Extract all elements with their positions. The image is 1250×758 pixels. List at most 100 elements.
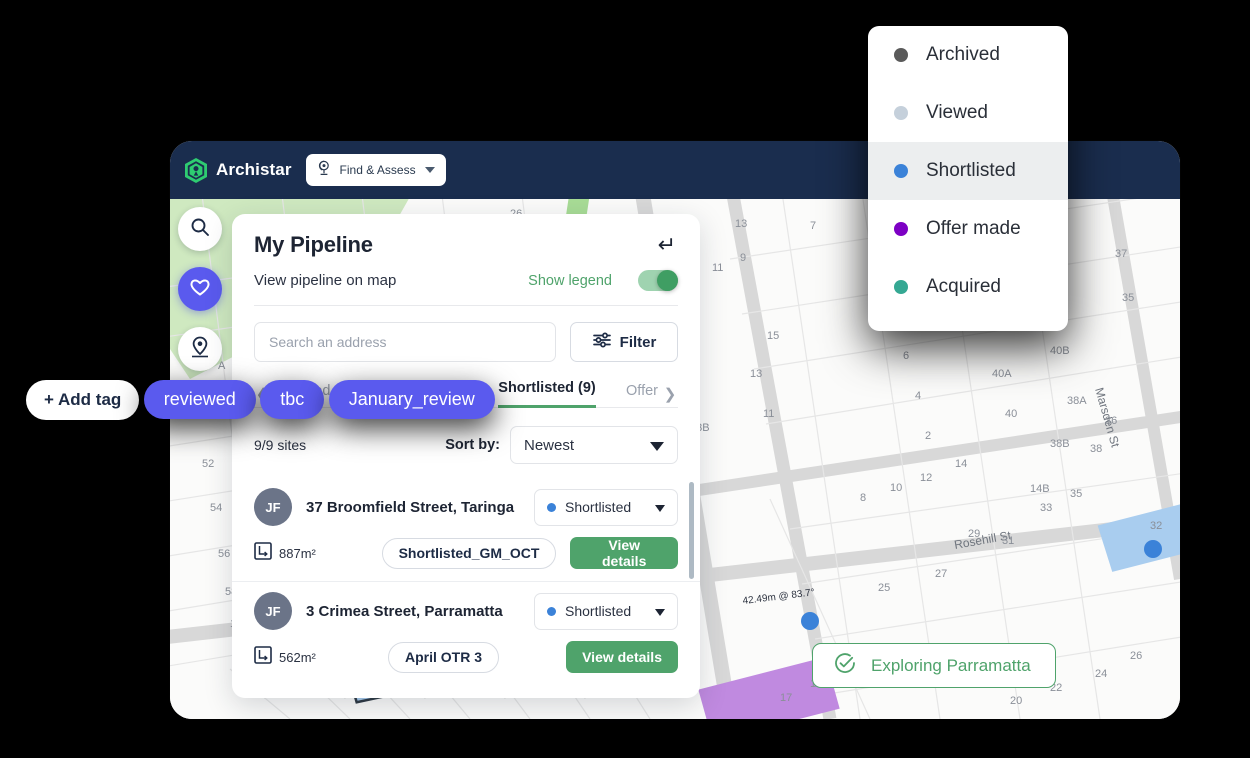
svg-text:36: 36 xyxy=(1105,415,1117,427)
check-circle-icon xyxy=(833,651,857,680)
avatar: JF xyxy=(254,592,292,630)
status-dot-icon xyxy=(547,502,556,512)
legend-item-viewed[interactable]: Viewed xyxy=(868,84,1068,142)
svg-text:27: 27 xyxy=(935,568,947,580)
legend-dot-offer-made-icon xyxy=(894,222,908,236)
legend-label: Archived xyxy=(926,44,1000,65)
site-area: 887m² xyxy=(279,545,316,561)
svg-text:40: 40 xyxy=(1005,408,1017,420)
status-badge: Shortlisted xyxy=(565,603,632,619)
svg-text:10: 10 xyxy=(890,482,902,494)
brand-name: Archistar xyxy=(216,160,292,179)
site-area: 562m² xyxy=(279,649,316,665)
tag-chip-january-review[interactable]: January_review xyxy=(328,380,495,419)
svg-text:35: 35 xyxy=(1070,488,1082,500)
site-address: 37 Broomfield Street, Taringa xyxy=(306,498,515,516)
legend-dot-archived-icon xyxy=(894,48,908,62)
view-pipeline-on-map-label: View pipeline on map xyxy=(254,272,397,289)
svg-text:11: 11 xyxy=(763,408,774,420)
chevron-down-icon xyxy=(655,504,665,512)
svg-text:8: 8 xyxy=(860,492,866,504)
tab-offer[interactable]: Offer xyxy=(626,383,658,408)
rail-button-favourites[interactable] xyxy=(178,267,222,311)
left-icon-rail xyxy=(178,207,222,387)
svg-text:15: 15 xyxy=(767,330,779,342)
legend-dot-acquired-icon xyxy=(894,280,908,294)
tag-chip-reviewed[interactable]: reviewed xyxy=(143,380,256,419)
toggle-knob xyxy=(657,270,678,291)
panel-scrollbar[interactable] xyxy=(689,482,694,682)
table-row[interactable]: JF 37 Broomfield Street, Taringa Shortli… xyxy=(232,478,700,581)
rail-button-search[interactable] xyxy=(178,207,222,251)
add-tag-button[interactable]: + Add tag xyxy=(26,380,140,420)
status-badge: Shortlisted xyxy=(565,499,632,515)
show-legend-toggle[interactable] xyxy=(638,270,678,291)
svg-text:38A: 38A xyxy=(1067,395,1087,407)
svg-text:56: 56 xyxy=(218,548,230,560)
view-details-button[interactable]: View details xyxy=(570,537,678,569)
status-select[interactable]: Shortlisted xyxy=(534,592,678,630)
table-row[interactable]: JF 3 Crimea Street, Parramatta Shortlist… xyxy=(232,581,700,685)
svg-text:35: 35 xyxy=(1122,292,1134,304)
svg-text:13: 13 xyxy=(750,368,762,380)
panel-scrollbar-thumb[interactable] xyxy=(689,482,694,579)
svg-text:2: 2 xyxy=(925,430,931,442)
map-marker-shortlisted xyxy=(801,612,819,630)
legend-item-acquired[interactable]: Acquired xyxy=(868,258,1068,316)
svg-text:52: 52 xyxy=(202,458,214,470)
svg-text:31: 31 xyxy=(1002,535,1014,547)
rail-button-locations[interactable] xyxy=(178,327,222,371)
pipeline-panel: My Pipeline ↵ View pipeline on map Show … xyxy=(232,214,700,698)
site-tag-chip[interactable]: Shortlisted_GM_OCT xyxy=(381,537,557,569)
view-details-button[interactable]: View details xyxy=(566,641,678,673)
map-pin-location-icon xyxy=(189,335,211,364)
legend-item-archived[interactable]: Archived xyxy=(868,26,1068,84)
area-measure-icon xyxy=(254,541,272,565)
show-legend-link[interactable]: Show legend xyxy=(528,273,612,289)
chevron-down-icon xyxy=(424,167,435,173)
legend-item-shortlisted[interactable]: Shortlisted xyxy=(868,142,1068,200)
svg-text:40B: 40B xyxy=(1050,345,1070,357)
svg-text:4: 4 xyxy=(915,390,921,402)
svg-text:7: 7 xyxy=(810,220,816,232)
chevron-right-icon[interactable]: ❯ xyxy=(662,385,678,403)
svg-text:40A: 40A xyxy=(992,368,1012,380)
status-select[interactable]: Shortlisted xyxy=(534,488,678,526)
tag-chip-tbc[interactable]: tbc xyxy=(260,380,325,419)
svg-text:13: 13 xyxy=(735,218,747,230)
mode-selector-label: Find & Assess xyxy=(339,163,416,177)
svg-text:14B: 14B xyxy=(1030,483,1050,495)
legend-dot-viewed-icon xyxy=(894,106,908,120)
svg-text:12: 12 xyxy=(920,472,932,484)
tab-shortlisted[interactable]: Shortlisted (9) xyxy=(498,380,596,408)
legend-label: Viewed xyxy=(926,102,988,123)
chevron-down-icon xyxy=(650,442,664,451)
legend-label: Shortlisted xyxy=(926,160,1016,181)
archistar-hexagon-logo-icon xyxy=(184,157,208,184)
mode-selector[interactable]: Find & Assess xyxy=(305,154,446,186)
svg-text:37: 37 xyxy=(1115,248,1127,260)
exploring-location-badge[interactable]: Exploring Parramatta xyxy=(812,643,1056,688)
filter-button[interactable]: Filter xyxy=(570,322,678,362)
search-address-box[interactable] xyxy=(254,322,556,362)
site-address: 3 Crimea Street, Parramatta xyxy=(306,602,503,620)
svg-text:6: 6 xyxy=(903,350,909,362)
sliders-icon xyxy=(592,331,612,354)
filter-button-label: Filter xyxy=(619,333,657,351)
legend-dot-shortlisted-icon xyxy=(894,164,908,178)
header-divider xyxy=(254,305,678,306)
chevron-down-icon xyxy=(655,608,665,616)
svg-text:29: 29 xyxy=(968,528,980,540)
screenshot-stage: Archistar Find & Assess 42.49m @ 83.7° M… xyxy=(0,0,1250,758)
return-arrow-icon[interactable]: ↵ xyxy=(658,232,678,256)
brand: Archistar xyxy=(184,157,292,184)
legend-item-offer-made[interactable]: Offer made xyxy=(868,200,1068,258)
site-tag-chip[interactable]: April OTR 3 xyxy=(388,641,500,673)
exploring-location-label: Exploring Parramatta xyxy=(871,655,1031,675)
svg-text:38B: 38B xyxy=(1050,438,1070,450)
search-input[interactable] xyxy=(269,334,541,350)
site-list: JF 37 Broomfield Street, Taringa Shortli… xyxy=(232,478,700,685)
status-dot-icon xyxy=(547,606,556,616)
sort-by-select[interactable]: Newest xyxy=(510,426,678,464)
svg-text:26: 26 xyxy=(1130,650,1142,662)
